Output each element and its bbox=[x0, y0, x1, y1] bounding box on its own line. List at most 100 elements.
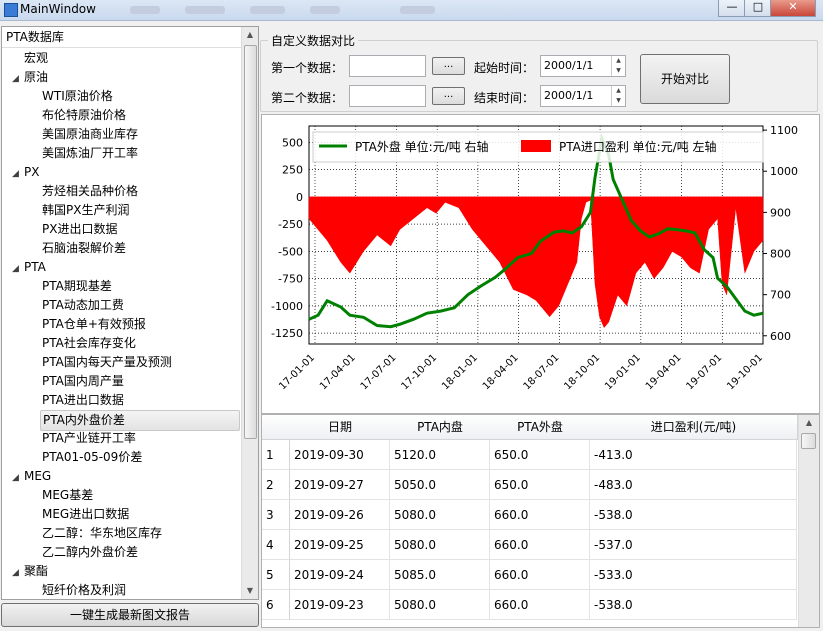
table-cell-profit[interactable]: -537.0 bbox=[590, 530, 797, 560]
tree-item[interactable]: PTA动态加工费 bbox=[42, 296, 124, 315]
tree-item[interactable]: ◢ PX bbox=[12, 163, 39, 182]
tree-item[interactable]: MEG进出口数据 bbox=[42, 505, 129, 524]
table-cell-outer[interactable]: 660.0 bbox=[490, 500, 590, 530]
table-cell-date[interactable]: 2019-09-24 bbox=[290, 560, 390, 590]
tree-item[interactable]: ◢ MEG bbox=[12, 467, 51, 486]
tree-item[interactable]: PTA进出口数据 bbox=[42, 391, 124, 410]
app-icon bbox=[4, 3, 18, 17]
end-date-spin-icon[interactable]: ▲ ▼ bbox=[611, 86, 625, 106]
table-cell-outer[interactable]: 650.0 bbox=[490, 440, 590, 470]
table-cell-date[interactable]: 2019-09-23 bbox=[290, 590, 390, 620]
tree-item[interactable]: ◢ PTA bbox=[12, 258, 46, 277]
tree-item[interactable]: PTA国内每天产量及预测 bbox=[42, 353, 172, 372]
table-cell-profit[interactable]: -483.0 bbox=[590, 470, 797, 500]
expand-arrow-icon[interactable]: ◢ bbox=[12, 564, 24, 583]
tree-item[interactable]: PX进出口数据 bbox=[42, 220, 117, 239]
row-header[interactable]: 2 bbox=[262, 470, 290, 500]
expand-arrow-icon[interactable]: ◢ bbox=[12, 260, 24, 279]
table-cell-profit[interactable]: -538.0 bbox=[590, 500, 797, 530]
table-cell-outer[interactable]: 660.0 bbox=[490, 530, 590, 560]
tree-item[interactable]: WTI原油价格 bbox=[42, 87, 113, 106]
second-data-input[interactable] bbox=[349, 85, 426, 107]
end-date-edit[interactable]: 2000/1/1 ▲ ▼ bbox=[540, 85, 626, 107]
table-cell-inner[interactable]: 5050.0 bbox=[390, 470, 490, 500]
scroll-thumb[interactable] bbox=[244, 45, 257, 439]
table-cell-inner[interactable]: 5080.0 bbox=[390, 530, 490, 560]
start-date-spin-icon[interactable]: ▲ ▼ bbox=[611, 56, 625, 76]
tree-item[interactable]: ◢ 聚酯 bbox=[12, 562, 48, 581]
column-header-inner[interactable]: PTA内盘 bbox=[390, 415, 491, 440]
menu-blur-1 bbox=[130, 6, 160, 14]
tree-item-label: 乙二醇内外盘价差 bbox=[42, 545, 139, 559]
table-cell-inner[interactable]: 5080.0 bbox=[390, 500, 490, 530]
start-compare-button[interactable]: 开始对比 bbox=[640, 54, 730, 104]
maximize-button[interactable]: □ bbox=[744, 0, 772, 17]
y-left-tick-label: 250 bbox=[282, 164, 303, 177]
tree-item[interactable]: 芳烃相关品种价格 bbox=[42, 182, 138, 201]
x-tick-label: 18-01-01 bbox=[440, 352, 480, 392]
tree-item[interactable]: PTA期现基差 bbox=[42, 277, 112, 296]
tree-item[interactable]: PTA01-05-09价差 bbox=[42, 448, 142, 467]
tree-item[interactable]: PTA仓单+有效预报 bbox=[42, 315, 146, 334]
data-table[interactable]: 日期 PTA内盘 PTA外盘 进口盈利(元/吨) 1 2019-09-30 5120… bbox=[261, 414, 820, 628]
row-header[interactable]: 3 bbox=[262, 500, 290, 530]
start-date-edit[interactable]: 2000/1/1 ▲ ▼ bbox=[540, 55, 626, 77]
table-scrollbar[interactable]: ▲ bbox=[798, 415, 819, 627]
tree-item[interactable]: PTA产业链开工率 bbox=[42, 429, 136, 448]
table-cell-date[interactable]: 2019-09-26 bbox=[290, 500, 390, 530]
table-scroll-up-icon[interactable]: ▲ bbox=[799, 415, 819, 431]
tree-item[interactable]: ◢ 原油 bbox=[12, 68, 48, 87]
table-cell-inner[interactable]: 5120.0 bbox=[390, 440, 490, 470]
row-header[interactable]: 6 bbox=[262, 590, 290, 620]
tree-item[interactable]: PTA内外盘价差 bbox=[40, 410, 240, 431]
table-cell-profit[interactable]: -413.0 bbox=[590, 440, 797, 470]
table-cell-profit[interactable]: -538.0 bbox=[590, 590, 797, 620]
column-header-date[interactable]: 日期 bbox=[290, 415, 391, 440]
x-tick-label: 18-07-01 bbox=[522, 352, 562, 392]
expand-arrow-icon[interactable]: ◢ bbox=[12, 469, 24, 488]
tree-item[interactable]: 美国原油商业库存 bbox=[42, 125, 138, 144]
y-left-tick-label: 500 bbox=[282, 136, 303, 149]
tree-item[interactable]: 韩国PX生产利润 bbox=[42, 201, 129, 220]
table-cell-date[interactable]: 2019-09-30 bbox=[290, 440, 390, 470]
tree-item[interactable]: PTA国内周产量 bbox=[42, 372, 124, 391]
table-cell-date[interactable]: 2019-09-25 bbox=[290, 530, 390, 560]
first-browse-button[interactable]: ... bbox=[432, 57, 465, 75]
table-cell-inner[interactable]: 5080.0 bbox=[390, 590, 490, 620]
tree-item[interactable]: MEG基差 bbox=[42, 486, 93, 505]
minimize-button[interactable]: — bbox=[718, 0, 746, 17]
table-scroll-thumb[interactable] bbox=[801, 433, 816, 449]
tree-item[interactable]: 乙二醇：华东地区库存 bbox=[42, 524, 162, 543]
scroll-down-icon[interactable]: ▼ bbox=[242, 583, 258, 599]
second-browse-button[interactable]: ... bbox=[432, 87, 465, 105]
close-button[interactable]: ✕ bbox=[770, 0, 816, 17]
table-cell-outer[interactable]: 660.0 bbox=[490, 590, 590, 620]
row-header[interactable]: 5 bbox=[262, 560, 290, 590]
expand-arrow-icon[interactable]: ◢ bbox=[12, 70, 24, 89]
database-tree[interactable]: PTA数据库 宏观 ◢ 原油 WTI原油价格 布伦特原油价格 美国原油商业库存 美国炼油厂开… bbox=[1, 26, 259, 600]
tree-item-label: PTA社会库存变化 bbox=[42, 336, 136, 350]
table-cell-inner[interactable]: 5085.0 bbox=[390, 560, 490, 590]
table-cell-profit[interactable]: -533.0 bbox=[590, 560, 797, 590]
tree-item[interactable]: 石脑油裂解价差 bbox=[42, 239, 126, 258]
first-data-input[interactable] bbox=[349, 55, 426, 77]
column-header-outer[interactable]: PTA外盘 bbox=[490, 415, 591, 440]
tree-item[interactable]: 短纤价格及利润 bbox=[42, 581, 126, 599]
scroll-up-icon[interactable]: ▲ bbox=[242, 27, 258, 43]
tree-scrollbar[interactable]: ▲ ▼ bbox=[241, 27, 258, 599]
tree-item[interactable]: 宏观 bbox=[12, 49, 48, 68]
expand-arrow-icon[interactable]: ◢ bbox=[12, 165, 24, 184]
table-cell-outer[interactable]: 660.0 bbox=[490, 560, 590, 590]
tree-item[interactable]: 美国炼油厂开工率 bbox=[42, 144, 138, 163]
table-cell-outer[interactable]: 650.0 bbox=[490, 470, 590, 500]
tree-item[interactable]: 乙二醇内外盘价差 bbox=[42, 543, 138, 562]
tree-item[interactable]: 布伦特原油价格 bbox=[42, 106, 126, 125]
table-cell-date[interactable]: 2019-09-27 bbox=[290, 470, 390, 500]
column-header-profit[interactable]: 进口盈利(元/吨) bbox=[590, 415, 798, 440]
tree-item[interactable]: PTA社会库存变化 bbox=[42, 334, 136, 353]
row-header[interactable]: 4 bbox=[262, 530, 290, 560]
row-header[interactable]: 1 bbox=[262, 440, 290, 470]
generate-report-button[interactable]: 一键生成最新图文报告 bbox=[1, 603, 259, 627]
legend-area-swatch bbox=[521, 140, 551, 152]
start-date-value: 2000/1/1 bbox=[544, 59, 594, 72]
